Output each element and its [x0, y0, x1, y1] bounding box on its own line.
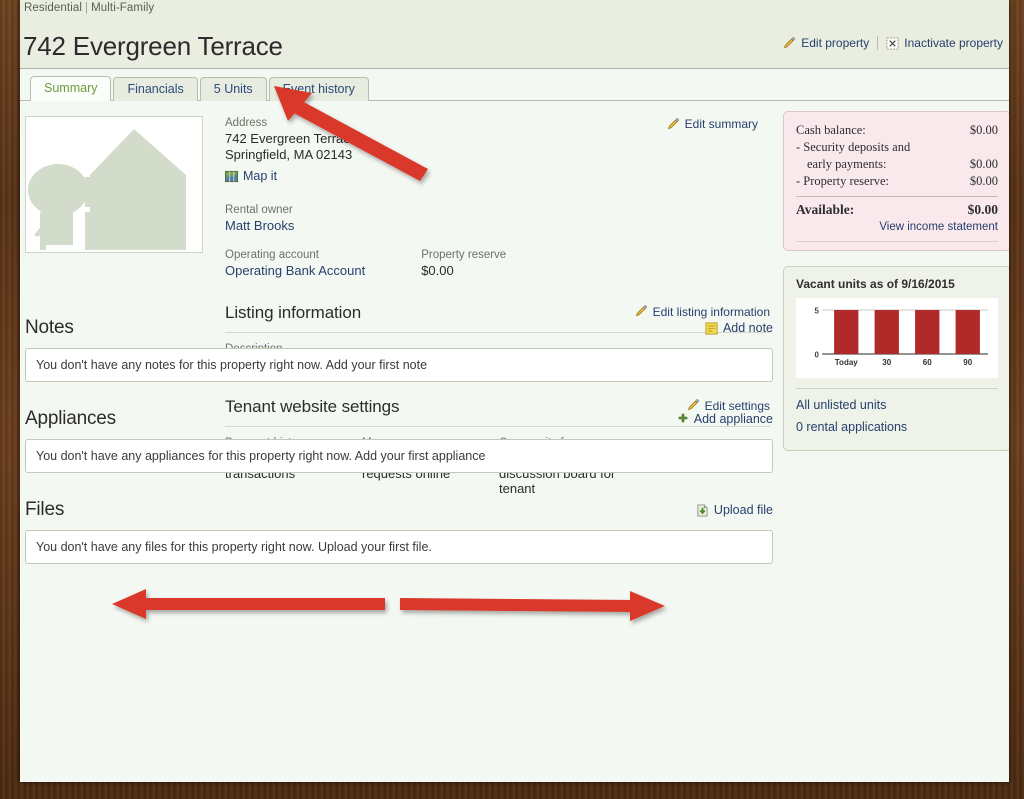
svg-text:90: 90 — [963, 358, 972, 367]
cash-balance-row: Cash balance: $0.00 — [796, 122, 998, 139]
note-icon — [705, 321, 718, 335]
notes-empty-message: You don't have any notes for this proper… — [25, 348, 773, 382]
rental-applications-link[interactable]: 0 rental applications — [796, 420, 998, 434]
upload-icon — [696, 503, 709, 517]
address-line-1: 742 Evergreen Terrace — [225, 131, 358, 146]
upload-file-label: Upload file — [713, 503, 773, 517]
vacant-units-panel: Vacant units as of 9/16/2015 0 5 Today 30 60… — [783, 266, 1009, 451]
early-payments-row: early payments: $0.00 — [796, 156, 998, 173]
pencil-icon — [783, 36, 796, 50]
tab-financials[interactable]: Financials — [113, 77, 198, 101]
add-appliance-button[interactable]: Add appliance — [677, 412, 773, 426]
files-heading: Files — [25, 499, 65, 520]
appliances-empty-message: You don't have any appliances for this p… — [25, 439, 773, 473]
map-it-label: Map it — [243, 169, 278, 183]
add-note-button[interactable]: Add note — [705, 321, 773, 335]
available-row: Available: $0.00 — [796, 201, 998, 218]
upload-file-button[interactable]: Upload file — [696, 503, 773, 517]
browser-wood-frame: Residential | Multi-Family 742 Evergreen T… — [0, 0, 1024, 799]
operating-account-label: Operating account — [225, 248, 319, 261]
early-payments-value: $0.00 — [969, 157, 998, 171]
property-reserve-row-value: $0.00 — [969, 174, 998, 188]
notes-section: Add note Notes You don't have any notes … — [25, 317, 773, 382]
vacant-units-bar-chart: 0 5 Today 30 60 90 — [815, 307, 988, 367]
page-content: Edit summary Address 742 Evergreen Terra… — [20, 101, 1009, 782]
inactivate-property-label: Inactivate property — [904, 36, 1003, 50]
divider — [796, 241, 998, 242]
property-reserve-row: - Property reserve: $0.00 — [796, 173, 998, 190]
map-it-link[interactable]: Map it — [225, 169, 277, 183]
header-actions: Edit property Inactivate property — [783, 36, 1003, 50]
main-column: Edit summary Address 742 Evergreen Terra… — [20, 101, 785, 564]
svg-text:Today: Today — [835, 358, 859, 367]
address-line-2: Springfield, MA 02143 — [225, 147, 353, 162]
edit-summary-button[interactable]: Edit summary — [667, 117, 758, 131]
inactivate-property-button[interactable]: Inactivate property — [886, 36, 1003, 50]
files-section: Upload file Files You don't have any fil… — [25, 499, 773, 564]
page-root: Residential | Multi-Family 742 Evergreen T… — [20, 0, 1009, 782]
available-label: Available: — [796, 202, 855, 217]
tab-event-history[interactable]: Event history — [268, 77, 369, 101]
operating-account-value[interactable]: Operating Bank Account — [225, 263, 365, 278]
breadcrumb-parent[interactable]: Residential — [24, 2, 82, 14]
tab-units[interactable]: 5 Units — [199, 77, 267, 101]
tab-summary[interactable]: Summary — [30, 76, 112, 101]
edit-property-label: Edit property — [801, 36, 870, 50]
early-payments-label: early payments: — [807, 157, 887, 171]
breadcrumb-separator: | — [85, 2, 89, 14]
available-value: $0.00 — [967, 202, 998, 217]
svg-text:5: 5 — [815, 307, 820, 316]
property-reserve-label: Property reserve — [421, 248, 507, 261]
pencil-icon — [667, 117, 680, 131]
page-title: 742 Evergreen Terrace — [23, 31, 283, 62]
add-note-label: Add note — [722, 321, 773, 335]
operating-account-field: Operating account Operating Bank Account — [225, 249, 365, 279]
svg-text:60: 60 — [923, 358, 932, 367]
property-reserve-value: $0.00 — [421, 262, 454, 278]
edit-property-button[interactable]: Edit property — [783, 36, 869, 50]
tab-units-label: 5 Units — [213, 82, 253, 96]
add-appliance-label: Add appliance — [693, 412, 773, 426]
security-deposits-row: - Security deposits and — [796, 139, 998, 156]
sidebar: Cash balance: $0.00 - Security deposits … — [783, 111, 1009, 466]
cash-balance-label: Cash balance: — [796, 123, 866, 137]
files-empty-message: You don't have any files for this proper… — [25, 530, 773, 564]
rental-owner-value[interactable]: Matt Brooks — [225, 218, 770, 233]
edit-summary-label: Edit summary — [684, 117, 758, 131]
property-reserve-field: Property reserve $0.00 — [421, 249, 506, 279]
cash-balance-value: $0.00 — [969, 123, 998, 137]
vacant-units-chart: 0 5 Today 30 60 90 — [796, 298, 998, 378]
page-header: Residential | Multi-Family 742 Evergreen T… — [20, 0, 1009, 69]
view-income-statement-link[interactable]: View income statement — [796, 221, 998, 233]
tab-summary-label: Summary — [44, 81, 98, 95]
tab-strip: Summary Financials 5 Units Event history — [30, 76, 369, 101]
breadcrumb: Residential | Multi-Family — [24, 2, 154, 14]
divider — [796, 388, 998, 389]
all-unlisted-units-link[interactable]: All unlisted units — [796, 398, 998, 412]
rental-owner-label: Rental owner — [225, 203, 293, 216]
tab-bar: Summary Financials 5 Units Event history — [20, 69, 1009, 101]
security-deposits-label: - Security deposits and — [796, 140, 911, 154]
property-photo-placeholder — [25, 116, 203, 253]
divider — [796, 196, 998, 197]
plus-icon — [677, 413, 689, 425]
breadcrumb-child[interactable]: Multi-Family — [91, 2, 154, 14]
account-row: Operating account Operating Bank Account… — [225, 249, 770, 279]
tab-event-history-label: Event history — [282, 82, 355, 96]
svg-text:0: 0 — [815, 351, 820, 360]
cash-balance-panel: Cash balance: $0.00 - Security deposits … — [783, 111, 1009, 251]
notes-heading: Notes — [25, 317, 74, 338]
divider — [877, 36, 879, 50]
tab-financials-label: Financials — [127, 82, 184, 96]
summary-section: Edit summary Address 742 Evergreen Terra… — [20, 101, 785, 496]
inactivate-x-icon — [886, 36, 899, 50]
appliances-heading: Appliances — [25, 408, 116, 429]
map-icon — [225, 170, 238, 183]
svg-text:30: 30 — [882, 358, 891, 367]
property-reserve-row-label: - Property reserve: — [796, 174, 890, 188]
appliances-section: Add appliance Appliances You don't have … — [25, 408, 773, 473]
vacant-units-title: Vacant units as of 9/16/2015 — [796, 277, 955, 291]
